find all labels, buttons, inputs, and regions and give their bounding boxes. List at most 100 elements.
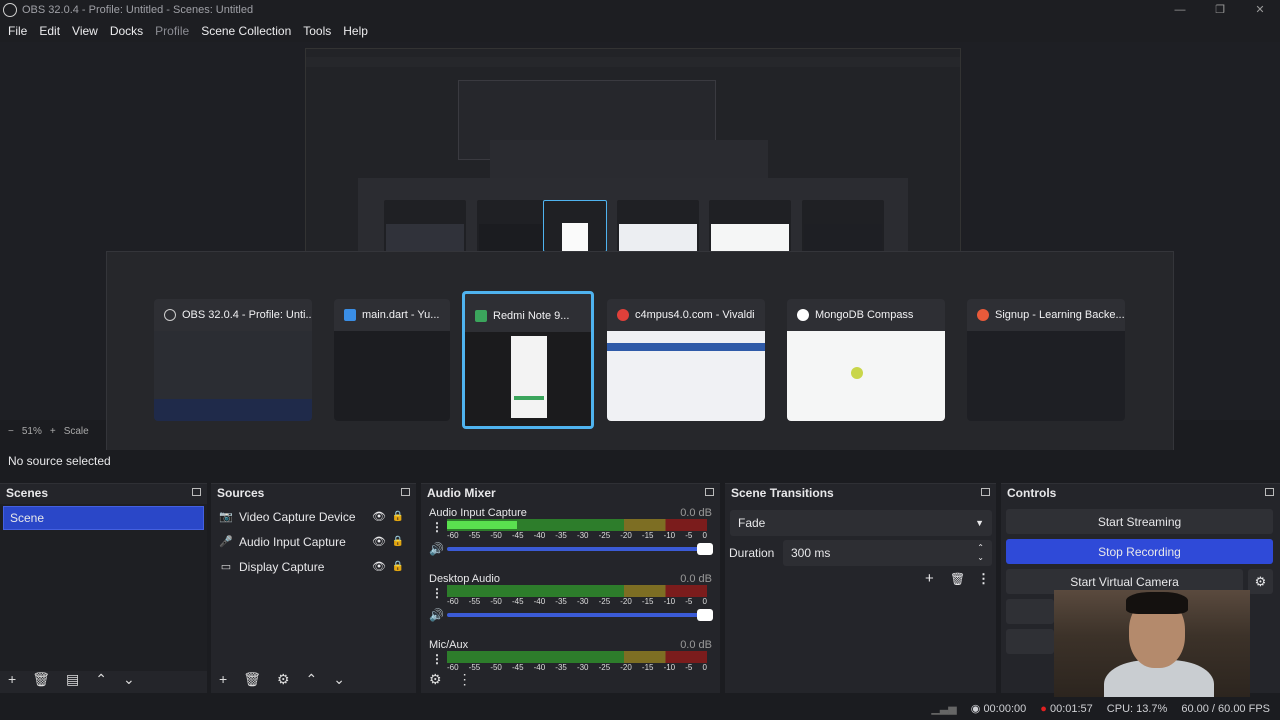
- menu-view[interactable]: View: [66, 24, 104, 38]
- channel-menu-icon[interactable]: ⋮: [431, 652, 443, 666]
- move-down-icon[interactable]: ⌄: [333, 671, 345, 688]
- float-dock-icon[interactable]: [1265, 488, 1274, 496]
- add-scene-button[interactable]: +: [8, 671, 16, 687]
- float-dock-icon[interactable]: [192, 488, 201, 496]
- window-title: OBS 32.0.4 - Profile: Untitled - Scenes:…: [22, 4, 254, 16]
- controls-title: Controls: [1007, 486, 1057, 500]
- switcher-card-vivaldi[interactable]: c4mpus4.0.com - Vivaldi: [607, 299, 765, 421]
- move-up-icon[interactable]: ⌃: [95, 671, 107, 688]
- meter-tick: -35: [555, 597, 567, 606]
- duration-label: Duration: [729, 546, 775, 560]
- zoom-level: 51%: [21, 425, 42, 437]
- mic-icon: 🎤: [219, 536, 233, 548]
- mixer-menu-icon[interactable]: ⋮: [458, 671, 472, 688]
- volume-meter: [447, 585, 707, 597]
- switcher-card-mongodb[interactable]: MongoDB Compass: [787, 299, 945, 421]
- switcher-card-vscode[interactable]: main.dart - Yu...: [334, 299, 450, 421]
- slider-knob[interactable]: [697, 543, 713, 555]
- add-source-button[interactable]: +: [219, 671, 227, 687]
- zoom-out-button[interactable]: −: [8, 426, 14, 437]
- stop-recording-button[interactable]: Stop Recording: [1006, 539, 1273, 564]
- remove-transition-icon[interactable]: 🗑: [950, 572, 965, 586]
- mini-card: [384, 200, 466, 252]
- title-bar: OBS 32.0.4 - Profile: Untitled - Scenes:…: [0, 0, 1280, 20]
- scene-item[interactable]: Scene: [3, 506, 204, 530]
- meter-level: [447, 521, 518, 529]
- visibility-eye-icon[interactable]: 👁: [372, 510, 386, 523]
- scene-filters-icon[interactable]: ▤: [66, 671, 79, 688]
- menu-edit[interactable]: Edit: [33, 24, 66, 38]
- meter-tick: -30: [576, 597, 589, 606]
- lock-icon[interactable]: 🔒: [392, 561, 404, 572]
- audio-mixer-dock: Audio Mixer Audio Input Capture 0.0 dB ⋮…: [421, 483, 720, 693]
- zoom-in-button[interactable]: +: [50, 426, 56, 437]
- virtual-camera-settings-icon[interactable]: ⚙: [1248, 569, 1273, 594]
- remove-source-icon[interactable]: 🗑: [243, 671, 261, 688]
- scale-label[interactable]: Scale: [64, 426, 89, 437]
- menu-profile[interactable]: Profile: [149, 24, 195, 38]
- minimize-button[interactable]: —: [1160, 0, 1200, 20]
- source-item[interactable]: 🎤 Audio Input Capture 👁 🔒: [211, 529, 416, 554]
- visibility-eye-icon[interactable]: 👁: [372, 535, 386, 548]
- start-streaming-button[interactable]: Start Streaming: [1006, 509, 1273, 534]
- switcher-card-obs[interactable]: OBS 32.0.4 - Profile: Unti...: [154, 299, 312, 421]
- move-up-icon[interactable]: ⌃: [306, 671, 318, 688]
- webcam-overlay: [1054, 590, 1250, 705]
- meter-tick: -40: [533, 531, 546, 540]
- float-dock-icon[interactable]: [981, 488, 990, 496]
- switcher-card-signup[interactable]: Signup - Learning Backe...: [967, 299, 1125, 421]
- slider-knob[interactable]: [697, 609, 713, 621]
- meter-tick: -45: [511, 597, 524, 606]
- card-title: MongoDB Compass: [815, 309, 914, 321]
- menu-file[interactable]: File: [2, 24, 33, 38]
- meter-tick: -25: [598, 597, 611, 606]
- mixer-channel: Desktop Audio 0.0 dB ⋮ -60 -55 -50 -45 -40 -3…: [421, 570, 720, 636]
- speaker-icon[interactable]: 🔊: [429, 608, 444, 622]
- advanced-audio-icon[interactable]: ⚙: [429, 671, 442, 688]
- duration-spinbox[interactable]: 300 ms ⌃ ⌄: [783, 540, 992, 566]
- studio-mode-button[interactable]: [1006, 599, 1054, 624]
- remove-scene-icon[interactable]: 🗑: [32, 671, 50, 688]
- meter-tick: -45: [511, 531, 524, 540]
- lock-icon[interactable]: 🔒: [392, 511, 404, 522]
- scenes-title: Scenes: [6, 486, 49, 500]
- source-properties-icon[interactable]: ⚙: [277, 671, 290, 688]
- meter-tick: -55: [468, 597, 481, 606]
- transition-select[interactable]: Fade ▼: [730, 510, 992, 536]
- close-button[interactable]: ✕: [1240, 0, 1280, 20]
- add-transition-button[interactable]: +: [925, 570, 934, 587]
- volume-meter: [447, 519, 707, 531]
- transition-menu-icon[interactable]: ⋮: [977, 571, 990, 587]
- source-item[interactable]: ▭ Display Capture 👁 🔒: [211, 554, 416, 579]
- card-title: OBS 32.0.4 - Profile: Unti...: [182, 309, 312, 321]
- scene-transitions-dock: Scene Transitions Fade ▼ Duration 300 ms…: [725, 483, 996, 693]
- lock-icon[interactable]: 🔒: [392, 536, 404, 547]
- scene-label: Scene: [10, 511, 45, 525]
- menu-tools[interactable]: Tools: [297, 24, 337, 38]
- volume-slider[interactable]: [447, 609, 713, 621]
- card-title: c4mpus4.0.com - Vivaldi: [635, 309, 755, 321]
- channel-name: Mic/Aux: [429, 639, 469, 651]
- volume-meter: [447, 651, 707, 663]
- move-down-icon[interactable]: ⌄: [123, 671, 135, 688]
- meter-tick: -5: [685, 597, 693, 606]
- visibility-eye-icon[interactable]: 👁: [372, 560, 386, 573]
- spin-arrows-icon[interactable]: ⌃ ⌄: [977, 543, 984, 563]
- settings-button[interactable]: [1006, 629, 1054, 654]
- channel-menu-icon[interactable]: ⋮: [431, 586, 443, 600]
- maximize-button[interactable]: ❐: [1200, 0, 1240, 20]
- menu-scene-collection[interactable]: Scene Collection: [195, 24, 297, 38]
- volume-slider[interactable]: [447, 543, 713, 555]
- source-item[interactable]: 📷 Video Capture Device 👁 🔒: [211, 504, 416, 529]
- stream-icon: ◉: [970, 703, 984, 715]
- menu-docks[interactable]: Docks: [104, 24, 149, 38]
- float-dock-icon[interactable]: [705, 488, 714, 496]
- meter-tick: -15: [641, 531, 654, 540]
- menu-help[interactable]: Help: [337, 24, 374, 38]
- float-dock-icon[interactable]: [401, 488, 410, 496]
- speaker-icon[interactable]: 🔊: [429, 542, 444, 556]
- switcher-card-redmi[interactable]: Redmi Note 9...: [462, 291, 594, 429]
- no-source-bar: No source selected: [0, 450, 1280, 472]
- channel-menu-icon[interactable]: ⋮: [431, 520, 443, 534]
- chevron-down-icon: ▼: [975, 518, 984, 528]
